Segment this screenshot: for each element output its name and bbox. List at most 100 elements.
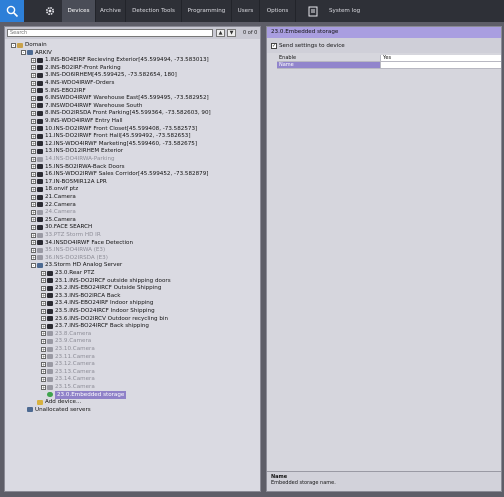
expand-icon[interactable]: +: [31, 217, 36, 223]
send-settings-checkbox[interactable]: ✓: [271, 42, 277, 49]
expand-icon[interactable]: +: [41, 270, 46, 276]
expand-icon[interactable]: +: [41, 316, 46, 322]
expand-icon[interactable]: +: [41, 293, 46, 299]
camera-icon: [37, 164, 43, 170]
search-next-button[interactable]: ▼: [227, 29, 236, 37]
camera-icon: [47, 278, 53, 284]
properties-panel: 23.0.Embedded storage ✓ Send settings to…: [266, 26, 502, 492]
property-value[interactable]: Yes: [381, 55, 501, 62]
expand-icon[interactable]: +: [31, 255, 36, 261]
camera-icon: [37, 141, 43, 147]
tab-options[interactable]: Options: [260, 0, 296, 22]
expand-icon[interactable]: +: [41, 285, 46, 291]
expand-icon[interactable]: +: [41, 361, 46, 367]
expand-icon[interactable]: +: [31, 148, 36, 154]
camera-disabled-icon: [47, 338, 53, 344]
camera-icon: [37, 224, 43, 230]
top-navigation-bar: Devices Archive Detection Tools Programm…: [0, 0, 504, 22]
expand-icon[interactable]: +: [41, 384, 46, 390]
collapse-icon[interactable]: -: [11, 42, 16, 48]
expand-icon[interactable]: +: [31, 95, 36, 101]
expand-icon[interactable]: +: [31, 72, 36, 78]
server-icon: [37, 262, 43, 268]
camera-icon: [37, 80, 43, 86]
tab-devices[interactable]: Devices: [62, 0, 96, 22]
tab-detection-tools[interactable]: Detection Tools: [126, 0, 182, 22]
property-name: Enable: [277, 55, 381, 62]
expand-icon[interactable]: +: [31, 103, 36, 109]
property-table: Enable Yes Name: [277, 55, 501, 69]
camera-icon: [37, 133, 43, 139]
search-bar: ▲ ▼ 0 of 0: [5, 27, 260, 39]
tab-archive[interactable]: Archive: [96, 0, 126, 22]
search-result-count: 0 of 0: [243, 30, 258, 36]
expand-icon[interactable]: +: [31, 224, 36, 230]
gear-icon[interactable]: [40, 0, 60, 22]
camera-icon: [47, 308, 53, 314]
collapse-icon[interactable]: -: [21, 50, 26, 56]
tab-programming[interactable]: Programming: [182, 0, 232, 22]
tab-users[interactable]: Users: [232, 0, 260, 22]
search-prev-button[interactable]: ▲: [216, 29, 225, 37]
send-settings-label: Send settings to device: [279, 42, 345, 49]
expand-icon[interactable]: +: [41, 346, 46, 352]
expand-icon[interactable]: +: [41, 331, 46, 337]
expand-icon[interactable]: +: [31, 171, 36, 177]
expand-icon[interactable]: +: [31, 80, 36, 86]
expand-icon[interactable]: +: [31, 164, 36, 170]
expand-icon[interactable]: +: [41, 300, 46, 306]
tree-item[interactable]: Unallocated servers: [21, 406, 91, 414]
search-input[interactable]: [7, 29, 213, 37]
storage-icon: [47, 392, 53, 398]
system-log-button[interactable]: System log: [329, 0, 360, 22]
property-row[interactable]: Enable Yes: [277, 55, 501, 62]
expand-icon[interactable]: +: [31, 57, 36, 63]
collapse-icon[interactable]: -: [31, 262, 36, 268]
expand-icon[interactable]: +: [31, 209, 36, 215]
description-text: Embedded storage name.: [271, 480, 336, 486]
domain-icon: [17, 42, 23, 48]
expand-icon[interactable]: +: [41, 376, 46, 382]
expand-icon[interactable]: +: [31, 240, 36, 246]
panel-title: 23.0.Embedded storage: [267, 27, 501, 38]
expand-icon[interactable]: +: [31, 126, 36, 132]
expand-icon[interactable]: +: [31, 133, 36, 139]
camera-icon: [37, 202, 43, 208]
expand-icon[interactable]: +: [41, 308, 46, 314]
property-row[interactable]: Name: [277, 62, 501, 69]
camera-icon: [47, 316, 53, 322]
expand-icon[interactable]: +: [31, 179, 36, 185]
camera-icon: [37, 171, 43, 177]
expand-icon[interactable]: +: [31, 247, 36, 253]
expand-icon[interactable]: +: [31, 65, 36, 71]
property-name: Name: [277, 62, 381, 69]
camera-icon: [37, 88, 43, 94]
camera-icon: [47, 323, 53, 329]
expand-icon[interactable]: +: [31, 118, 36, 124]
expand-icon[interactable]: +: [31, 156, 36, 162]
camera-icon: [37, 103, 43, 109]
expand-icon[interactable]: +: [41, 369, 46, 375]
expand-icon[interactable]: +: [31, 186, 36, 192]
expand-icon[interactable]: +: [41, 338, 46, 344]
expand-icon[interactable]: +: [41, 278, 46, 284]
expand-icon[interactable]: +: [41, 354, 46, 360]
expand-icon[interactable]: +: [31, 194, 36, 200]
network-search-icon[interactable]: [0, 0, 24, 22]
camera-disabled-icon: [37, 247, 43, 253]
camera-icon: [37, 240, 43, 246]
property-value-input[interactable]: [381, 62, 501, 69]
send-settings-row: ✓ Send settings to device: [267, 38, 501, 53]
camera-disabled-icon: [37, 209, 43, 215]
expand-icon[interactable]: +: [31, 141, 36, 147]
expand-icon[interactable]: +: [31, 202, 36, 208]
tree-item-label: Unallocated servers: [35, 406, 91, 413]
expand-icon[interactable]: +: [31, 110, 36, 116]
camera-icon: [37, 65, 43, 71]
system-log-icon[interactable]: [306, 0, 320, 22]
expand-icon[interactable]: +: [41, 323, 46, 329]
camera-icon: [37, 194, 43, 200]
expand-icon[interactable]: +: [31, 232, 36, 238]
separator: [24, 0, 32, 22]
expand-icon[interactable]: +: [31, 88, 36, 94]
